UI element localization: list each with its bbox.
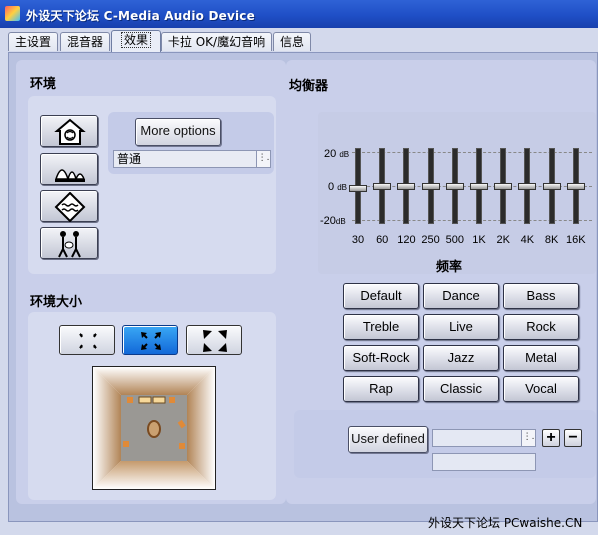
slider-thumb-8K[interactable]: [542, 183, 561, 190]
preset-vocal-button[interactable]: Vocal: [503, 376, 579, 402]
preset-metal-button[interactable]: Metal: [503, 345, 579, 371]
user-defined-select[interactable]: ⋮.: [432, 429, 536, 447]
db-top-label: 20 dB: [324, 148, 350, 160]
tab-effects[interactable]: 效果: [111, 30, 161, 52]
slider-thumb-120[interactable]: [397, 183, 416, 190]
env-size-title: 环境大小: [30, 295, 83, 310]
environment-title: 环境: [30, 77, 57, 92]
grid-line: [352, 220, 592, 221]
equalizer-box: 20 dB 0 dB -20dB 30 60 120 250 500 1K 2K 4K 8K 16…: [318, 112, 596, 275]
preset-live-button[interactable]: Live: [423, 314, 499, 340]
tab-effects-label: 效果: [120, 32, 152, 48]
small-room-icon[interactable]: [59, 325, 115, 355]
tab-mixer[interactable]: 混音器: [60, 32, 110, 51]
preset-name-input[interactable]: [432, 453, 536, 471]
slider-thumb-30[interactable]: [349, 184, 367, 192]
watermark: 外设天下论坛 PCwaishe.CN: [428, 516, 583, 530]
slider-thumb-1K[interactable]: [470, 183, 488, 190]
grid-line: [352, 152, 592, 153]
tab-main-settings[interactable]: 主设置: [8, 32, 58, 51]
preset-dance-button[interactable]: Dance: [423, 283, 499, 309]
frequency-axis-label: 频率: [436, 260, 463, 275]
equalizer-plot: 30 60 120 250 500 1K 2K 4K 8K 16K: [349, 148, 594, 246]
db-mid-label: 0 dB: [328, 181, 347, 193]
home-icon[interactable]: [40, 115, 98, 147]
preset-rock-button[interactable]: Rock: [503, 314, 579, 340]
environment-preset-select[interactable]: 普通 ⋮.: [113, 150, 271, 168]
water-icon[interactable]: [40, 190, 98, 222]
user-defined-button[interactable]: User defined: [348, 426, 428, 453]
preset-jazz-button[interactable]: Jazz: [423, 345, 499, 371]
slider-thumb-500[interactable]: [445, 183, 464, 190]
preset-bass-button[interactable]: Bass: [503, 283, 579, 309]
slider-thumb-2K[interactable]: [494, 183, 513, 190]
remove-preset-button[interactable]: −: [564, 429, 582, 447]
opera-house-icon[interactable]: [40, 153, 98, 185]
guitarist-icon[interactable]: [40, 227, 98, 259]
app-window: 外设天下论坛 C-Media Audio Device 主设置 混音器 效果 卡…: [0, 0, 598, 535]
tab-info[interactable]: 信息: [273, 32, 311, 51]
preset-default-button[interactable]: Default: [343, 283, 419, 309]
dropdown-arrow-icon[interactable]: ⋮.: [521, 430, 535, 446]
app-icon: [5, 6, 20, 21]
title-bar: 外设天下论坛 C-Media Audio Device: [0, 0, 598, 28]
slider-thumb-16K[interactable]: [566, 183, 585, 190]
slider-thumb-4K[interactable]: [518, 183, 537, 190]
preset-classic-button[interactable]: Classic: [423, 376, 499, 402]
medium-room-icon[interactable]: [122, 325, 178, 355]
dropdown-arrow-icon[interactable]: ⋮.: [256, 151, 270, 167]
frequency-label-16K: 16K: [566, 234, 586, 246]
room-preview: [92, 366, 216, 490]
more-options-button[interactable]: More options: [135, 118, 221, 146]
window-title: 外设天下论坛 C-Media Audio Device: [26, 9, 255, 23]
equalizer-title: 均衡器: [289, 79, 329, 94]
environment-preset-value: 普通: [117, 152, 142, 166]
slider-thumb-250[interactable]: [421, 183, 440, 190]
large-room-icon[interactable]: [186, 325, 242, 355]
add-preset-button[interactable]: +: [542, 429, 560, 447]
preset-rap-button[interactable]: Rap: [343, 376, 419, 402]
preset-soft-rock-button[interactable]: Soft-Rock: [343, 345, 419, 371]
preset-treble-button[interactable]: Treble: [343, 314, 419, 340]
db-bottom-label: -20dB: [320, 215, 346, 227]
tab-karaoke[interactable]: 卡拉 OK/魔幻音响: [161, 32, 272, 51]
slider-thumb-60[interactable]: [373, 183, 392, 190]
